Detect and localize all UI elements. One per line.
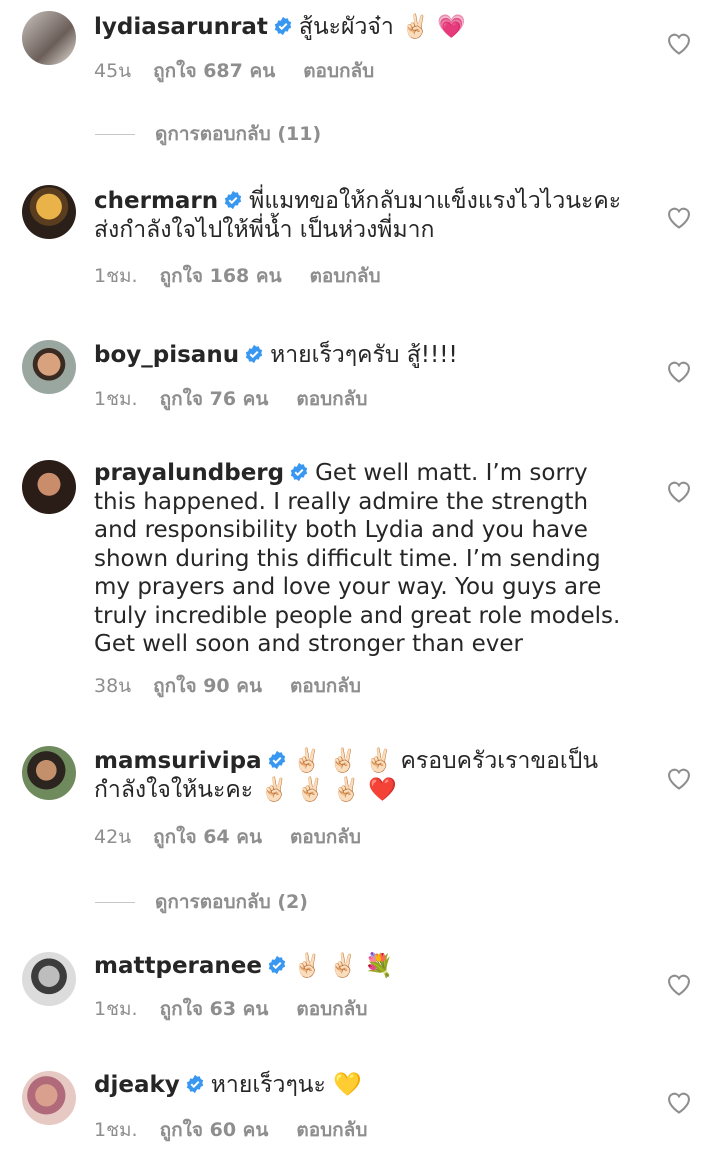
avatar[interactable] [22, 185, 76, 239]
like-count[interactable]: ถูกใจ 64 คน [153, 826, 262, 848]
verified-badge-icon [268, 955, 286, 975]
avatar[interactable] [22, 340, 76, 394]
comment-text: สู้นะผัวจ๋า ✌🏻 💗 [298, 14, 466, 40]
username[interactable]: lydiasarunrat [94, 14, 268, 40]
comment-time: 1ชม. [94, 1119, 138, 1141]
heart-icon[interactable] [665, 1089, 693, 1115]
comment-text: Get well matt. I’m sorry this happened. … [94, 460, 621, 657]
verified-badge-icon [186, 1074, 203, 1094]
view-replies-button[interactable]: ดูการตอบกลับ (2) [95, 887, 308, 917]
like-count[interactable]: ถูกใจ 76 คน [160, 388, 269, 410]
comment-text: หายเร็วๆครับ สู้!!!! [270, 342, 458, 368]
reply-button[interactable]: ตอบกลับ [290, 675, 361, 697]
verified-badge-icon [290, 462, 308, 482]
comment-time: 45น [94, 60, 132, 82]
heart-icon[interactable] [665, 358, 693, 384]
heart-icon[interactable] [665, 30, 693, 56]
reply-button[interactable]: ตอบกลับ [296, 998, 367, 1020]
username[interactable]: boy_pisanu [94, 342, 239, 368]
like-count[interactable]: ถูกใจ 90 คน [153, 675, 262, 697]
comment-meta: 45น ถูกใจ 687 คน ตอบกลับ [94, 56, 396, 86]
avatar[interactable] [22, 1071, 76, 1125]
avatar[interactable] [22, 460, 76, 514]
like-count[interactable]: ถูกใจ 168 คน [160, 265, 282, 287]
like-count[interactable]: ถูกใจ 60 คน [160, 1119, 269, 1141]
avatar[interactable] [22, 11, 76, 65]
view-replies-button[interactable]: ดูการตอบกลับ (11) [95, 119, 321, 149]
divider-line [95, 902, 135, 903]
avatar[interactable] [22, 746, 76, 800]
reply-button[interactable]: ตอบกลับ [303, 60, 374, 82]
reply-button[interactable]: ตอบกลับ [310, 265, 381, 287]
divider-line [95, 134, 135, 135]
reply-button[interactable]: ตอบกลับ [296, 1119, 367, 1141]
comment-time: 1ชม. [94, 265, 138, 287]
comment-time: 42น [94, 826, 132, 848]
username[interactable]: chermarn [94, 188, 218, 214]
like-count[interactable]: ถูกใจ 687 คน [153, 60, 275, 82]
comment-meta: 42น ถูกใจ 64 คน ตอบกลับ [94, 822, 383, 852]
username[interactable]: djeaky [94, 1072, 180, 1098]
comment-text: หายเร็วๆนะ 💛 [210, 1072, 362, 1098]
reply-button[interactable]: ตอบกลับ [290, 826, 361, 848]
heart-icon[interactable] [665, 971, 693, 997]
comment-meta: 1ชม. ถูกใจ 76 คน ตอบกลับ [94, 384, 389, 414]
comment-text: ✌🏻 ✌🏻 💐 [292, 953, 394, 979]
comment-meta: 1ชม. ถูกใจ 63 คน ตอบกลับ [94, 994, 389, 1024]
reply-button[interactable]: ตอบกลับ [296, 388, 367, 410]
comment-meta: 1ชม. ถูกใจ 60 คน ตอบกลับ [94, 1115, 389, 1145]
heart-icon[interactable] [665, 478, 693, 504]
username[interactable]: prayalundberg [94, 460, 284, 486]
verified-badge-icon [245, 344, 263, 364]
verified-badge-icon [224, 190, 242, 210]
comment-time: 38น [94, 675, 132, 697]
username[interactable]: mattperanee [94, 953, 262, 979]
verified-badge-icon [268, 750, 285, 770]
heart-icon[interactable] [665, 204, 693, 230]
verified-badge-icon [274, 16, 292, 36]
comment-meta: 38น ถูกใจ 90 คน ตอบกลับ [94, 671, 383, 701]
comment-time: 1ชม. [94, 388, 138, 410]
avatar[interactable] [22, 952, 76, 1006]
like-count[interactable]: ถูกใจ 63 คน [160, 998, 269, 1020]
heart-icon[interactable] [665, 765, 693, 791]
comment-meta: 1ชม. ถูกใจ 168 คน ตอบกลับ [94, 261, 403, 291]
comment-time: 1ชม. [94, 998, 138, 1020]
username[interactable]: mamsurivipa [94, 748, 262, 774]
